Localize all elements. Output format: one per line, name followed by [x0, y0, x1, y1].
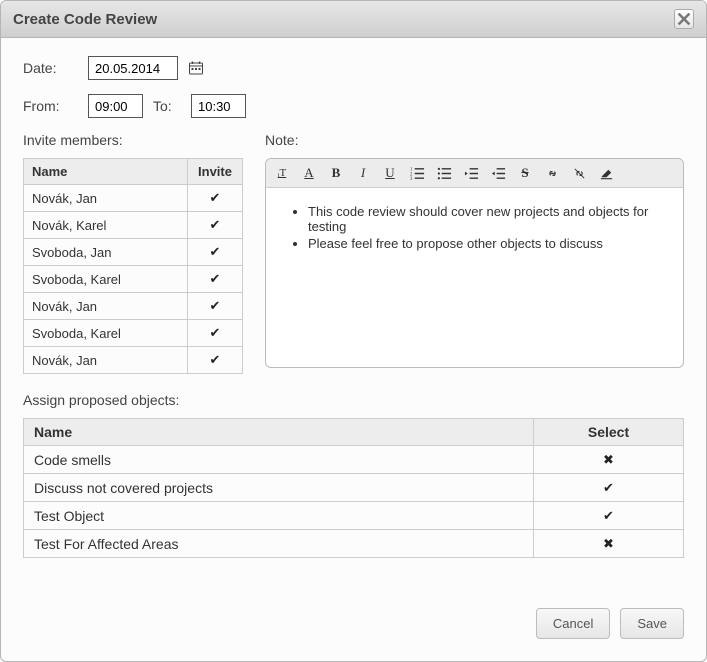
member-invite-toggle[interactable]: ✔ [188, 320, 243, 347]
member-invite-toggle[interactable]: ✔ [188, 293, 243, 320]
member-name: Svoboda, Karel [24, 320, 188, 347]
member-row: Svoboda, Karel✔ [24, 266, 243, 293]
member-name: Svoboda, Karel [24, 266, 188, 293]
member-invite-toggle[interactable]: ✔ [188, 266, 243, 293]
object-name: Test For Affected Areas [24, 530, 534, 558]
objects-select-header: Select [534, 419, 684, 446]
objects-name-header: Name [24, 419, 534, 446]
to-input[interactable] [191, 94, 246, 118]
member-name: Novák, Karel [24, 212, 188, 239]
member-invite-toggle[interactable]: ✔ [188, 185, 243, 212]
member-row: Novák, Karel✔ [24, 212, 243, 239]
note-label: Note: [265, 132, 684, 148]
unlink-icon[interactable] [569, 164, 589, 182]
objects-table: Name Select Code smells✖Discuss not cove… [23, 418, 684, 558]
middle-columns: Invite members: Name Invite Novák, Jan✔N… [23, 132, 684, 374]
members-name-header: Name [24, 159, 188, 185]
calendar-icon[interactable] [188, 60, 204, 76]
unordered-list-icon[interactable] [434, 164, 454, 182]
object-select-toggle[interactable]: ✖ [534, 446, 684, 474]
date-label: Date: [23, 60, 78, 76]
font-color-icon[interactable]: A [299, 164, 319, 182]
note-bullet: Please feel free to propose other object… [308, 236, 665, 251]
close-icon[interactable] [674, 9, 694, 29]
object-name: Test Object [24, 502, 534, 530]
from-label: From: [23, 98, 78, 114]
date-input[interactable] [88, 56, 178, 80]
dialog-title: Create Code Review [13, 11, 157, 28]
to-label: To: [153, 98, 181, 114]
dialog-body: Date: From: To: Invite members: Name Inv… [1, 38, 706, 661]
invite-label: Invite members: [23, 132, 243, 148]
members-table: Name Invite Novák, Jan✔Novák, Karel✔Svob… [23, 158, 243, 374]
underline-icon[interactable]: U [380, 164, 400, 182]
object-name: Discuss not covered projects [24, 474, 534, 502]
dialog-header: Create Code Review [1, 1, 706, 38]
indent-icon[interactable] [488, 164, 508, 182]
dialog-footer: Cancel Save [23, 608, 684, 639]
time-row: From: To: [23, 94, 684, 118]
date-row: Date: [23, 56, 684, 80]
invite-column: Invite members: Name Invite Novák, Jan✔N… [23, 132, 243, 374]
member-row: Novák, Jan✔ [24, 347, 243, 374]
member-invite-toggle[interactable]: ✔ [188, 212, 243, 239]
member-name: Svoboda, Jan [24, 239, 188, 266]
member-name: Novák, Jan [24, 293, 188, 320]
editor-toolbar: ᵢT A B I U 123 S [266, 159, 683, 188]
link-icon[interactable] [542, 164, 562, 182]
object-row: Test For Affected Areas✖ [24, 530, 684, 558]
member-invite-toggle[interactable]: ✔ [188, 239, 243, 266]
ordered-list-icon[interactable]: 123 [407, 164, 427, 182]
member-name: Novák, Jan [24, 347, 188, 374]
object-row: Discuss not covered projects✔ [24, 474, 684, 502]
note-column: Note: ᵢT A B I U 123 S [265, 132, 684, 374]
object-select-toggle[interactable]: ✖ [534, 530, 684, 558]
object-name: Code smells [24, 446, 534, 474]
member-row: Novák, Jan✔ [24, 293, 243, 320]
members-invite-header: Invite [188, 159, 243, 185]
note-editor: ᵢT A B I U 123 S [265, 158, 684, 368]
object-row: Code smells✖ [24, 446, 684, 474]
create-code-review-dialog: Create Code Review Date: From: To: Invit… [0, 0, 707, 662]
member-invite-toggle[interactable]: ✔ [188, 347, 243, 374]
font-size-icon[interactable]: ᵢT [272, 164, 292, 182]
from-input[interactable] [88, 94, 143, 118]
object-select-toggle[interactable]: ✔ [534, 502, 684, 530]
note-content-area[interactable]: This code review should cover new projec… [266, 188, 683, 367]
member-row: Svoboda, Karel✔ [24, 320, 243, 347]
bold-icon[interactable]: B [326, 164, 346, 182]
note-bullet: This code review should cover new projec… [308, 204, 665, 234]
strikethrough-icon[interactable]: S [515, 164, 535, 182]
clear-format-icon[interactable] [596, 164, 616, 182]
svg-text:3: 3 [410, 177, 413, 181]
outdent-icon[interactable] [461, 164, 481, 182]
save-button[interactable]: Save [620, 608, 684, 639]
member-row: Svoboda, Jan✔ [24, 239, 243, 266]
cancel-button[interactable]: Cancel [536, 608, 610, 639]
member-row: Novák, Jan✔ [24, 185, 243, 212]
object-row: Test Object✔ [24, 502, 684, 530]
member-name: Novák, Jan [24, 185, 188, 212]
italic-icon[interactable]: I [353, 164, 373, 182]
assign-label: Assign proposed objects: [23, 392, 684, 408]
object-select-toggle[interactable]: ✔ [534, 474, 684, 502]
